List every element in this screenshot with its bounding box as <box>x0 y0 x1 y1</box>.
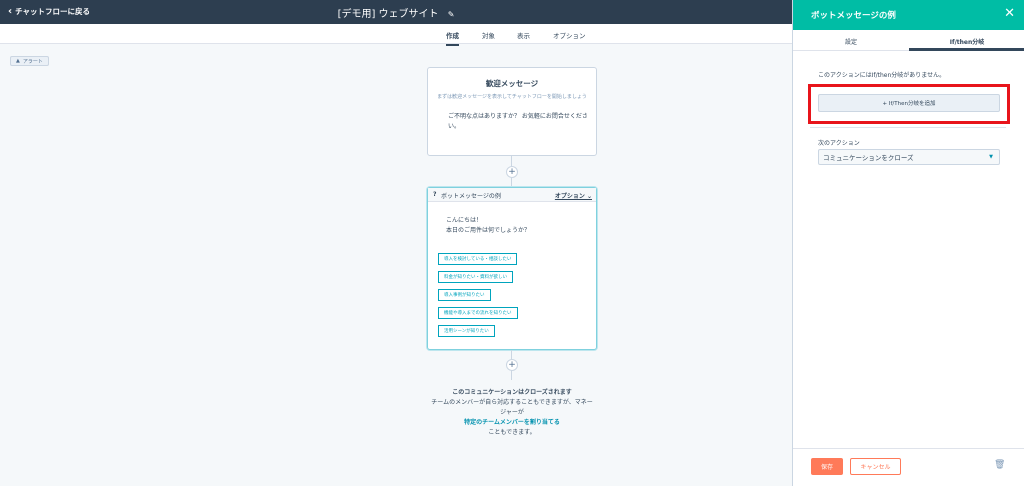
quick-reply-option[interactable]: 導入事例が知りたい <box>438 289 491 301</box>
no-ifthen-message: このアクションにはIf/then分岐がありません。 <box>818 72 946 79</box>
alert-badge[interactable]: ▲ アラート <box>10 56 49 66</box>
bot-card-message: こんにちは！ 本日のご用件は何でしょうか？ <box>446 216 530 236</box>
tab-create[interactable]: 作成 <box>446 30 459 46</box>
plus-icon[interactable]: + <box>506 359 518 371</box>
tab-options[interactable]: オプション <box>553 30 586 40</box>
quick-reply-option[interactable]: 料金が知りたい・資料が欲しい <box>438 271 513 283</box>
top-bar: ‹ チャットフローに戻る [デモ用] ウェブサイト ✎ <box>0 0 792 24</box>
quick-reply-option[interactable]: 機能や導入までの流れを知りたい <box>438 307 518 319</box>
question-icon: ? <box>433 191 437 198</box>
welcome-message-card[interactable]: 歓迎メッセージ まずは歓迎メッセージを表示してチャットフローを開始しましょう ご… <box>427 67 597 156</box>
divider <box>793 448 1024 449</box>
welcome-card-title: 歓迎メッセージ <box>485 79 539 88</box>
next-action-select[interactable]: コミュニケーションをクローズ ▼ <box>818 149 1000 165</box>
save-button[interactable]: 保存 <box>811 458 843 475</box>
page-title-text: [デモ用] ウェブサイト <box>337 9 439 20</box>
closing-text: チームのメンバーが自ら対応することもできますが、マネージャーが <box>431 399 593 416</box>
closing-text: こともできます。 <box>488 429 536 436</box>
plus-icon[interactable]: + <box>506 166 518 178</box>
divider <box>810 127 1006 128</box>
close-icon[interactable]: ✕ <box>1004 6 1015 21</box>
active-tab-indicator <box>909 48 1024 51</box>
cancel-button[interactable]: キャンセル <box>850 458 901 475</box>
quick-reply-option[interactable]: 導入を検討している・相談したい <box>438 253 518 265</box>
add-ifthen-button[interactable]: + If/Then分岐を追加 <box>818 94 1000 112</box>
tab-target[interactable]: 対象 <box>482 30 495 40</box>
welcome-card-body: ご不明な点はありますか？ お気軽にお問合せください。 <box>448 113 588 130</box>
pencil-icon[interactable]: ✎ <box>448 10 455 19</box>
warning-icon: ▲ <box>16 58 20 64</box>
bot-card-name: ボットメッセージの例 <box>441 193 501 200</box>
tab-settings[interactable]: 設定 <box>793 37 909 46</box>
closing-title: このコミュニケーションはクローズされます <box>452 389 572 396</box>
bot-message-card[interactable]: ? ボットメッセージの例 オプション ⌄ こんにちは！ 本日のご用件は何でしょう… <box>427 187 597 350</box>
bot-card-options-button[interactable]: オプション ⌄ <box>555 191 592 200</box>
assign-team-member-link[interactable]: 特定のチームメンバーを割り当てる <box>430 418 594 428</box>
tab-ifthen[interactable]: If/then分岐 <box>909 37 1024 46</box>
welcome-card-subtitle: まずは歓迎メッセージを表示してチャットフローを開始しましょう <box>437 94 587 100</box>
panel-header: ボットメッセージの例 ✕ <box>793 0 1024 30</box>
closing-note: このコミュニケーションはクローズされます チームのメンバーが自ら対応することもで… <box>430 388 594 438</box>
trash-icon[interactable]: 🗑 <box>994 460 1005 470</box>
bot-message-line: こんにちは！ <box>446 217 483 224</box>
caret-down-icon: ▼ <box>989 154 993 160</box>
page-title: [デモ用] ウェブサイト ✎ <box>0 5 792 20</box>
alert-label: アラート <box>22 58 43 65</box>
quick-reply-option[interactable]: 活用シーンが知りたい <box>438 325 495 337</box>
next-action-value: コミュニケーションをクローズ <box>823 154 914 162</box>
panel-title: ボットメッセージの例 <box>811 11 896 21</box>
bot-card-header: ? ボットメッセージの例 オプション ⌄ <box>428 188 596 202</box>
tab-display[interactable]: 表示 <box>517 30 530 40</box>
next-action-label: 次のアクション <box>818 140 860 147</box>
side-panel: ボットメッセージの例 ✕ 設定 If/then分岐 このアクションにはIf/th… <box>792 0 1024 486</box>
editor-tabs: 作成 対象 表示 オプション <box>0 24 792 46</box>
bot-message-line: 本日のご用件は何でしょうか？ <box>446 227 531 234</box>
